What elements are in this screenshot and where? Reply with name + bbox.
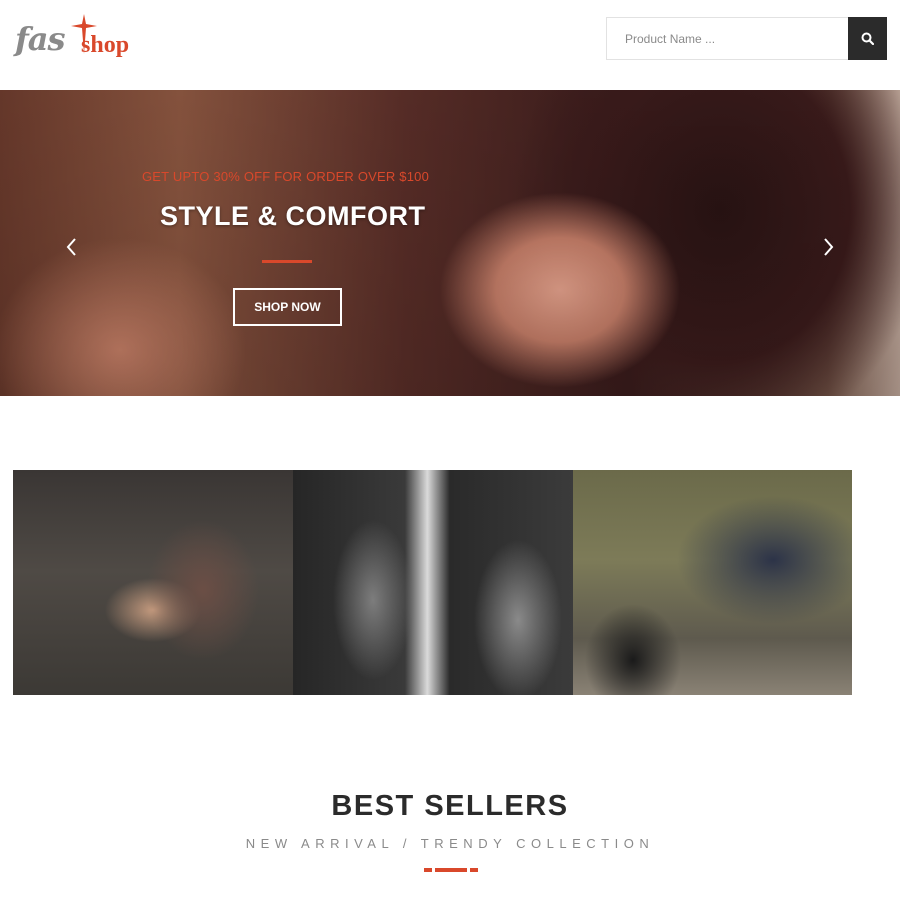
banner-patterned-jackets[interactable] bbox=[293, 470, 573, 695]
promo-banners bbox=[13, 470, 852, 695]
logo-text-fas: fas bbox=[15, 20, 66, 58]
slider-next-button[interactable] bbox=[818, 236, 838, 258]
shop-now-button[interactable]: SHOP NOW bbox=[233, 288, 342, 326]
best-sellers-subtitle: NEW ARRIVAL / TRENDY COLLECTION bbox=[245, 836, 655, 851]
best-sellers-divider bbox=[424, 868, 478, 873]
logo-text-shop: shop bbox=[81, 32, 130, 58]
site-header: fas shop bbox=[0, 0, 900, 90]
hero-title: STYLE & COMFORT bbox=[160, 201, 426, 231]
site-logo[interactable]: fas shop bbox=[15, 14, 135, 64]
best-sellers-title: BEST SELLERS bbox=[331, 790, 569, 822]
banner-boots-shoes[interactable] bbox=[573, 470, 852, 695]
search-box bbox=[606, 17, 849, 60]
search-icon bbox=[861, 32, 874, 45]
hero-divider bbox=[262, 260, 312, 263]
hero-promo-text: GET UPTO 30% OFF FOR ORDER OVER $100 bbox=[142, 169, 430, 184]
hero-slider: GET UPTO 30% OFF FOR ORDER OVER $100 STY… bbox=[0, 90, 900, 396]
hero-image bbox=[0, 90, 900, 396]
banner-fur-coat[interactable] bbox=[13, 470, 293, 695]
slider-prev-button[interactable] bbox=[62, 236, 82, 258]
chevron-right-icon bbox=[824, 238, 834, 256]
chevron-left-icon bbox=[66, 238, 76, 256]
search-button[interactable] bbox=[848, 17, 887, 60]
search-input[interactable] bbox=[607, 18, 849, 59]
